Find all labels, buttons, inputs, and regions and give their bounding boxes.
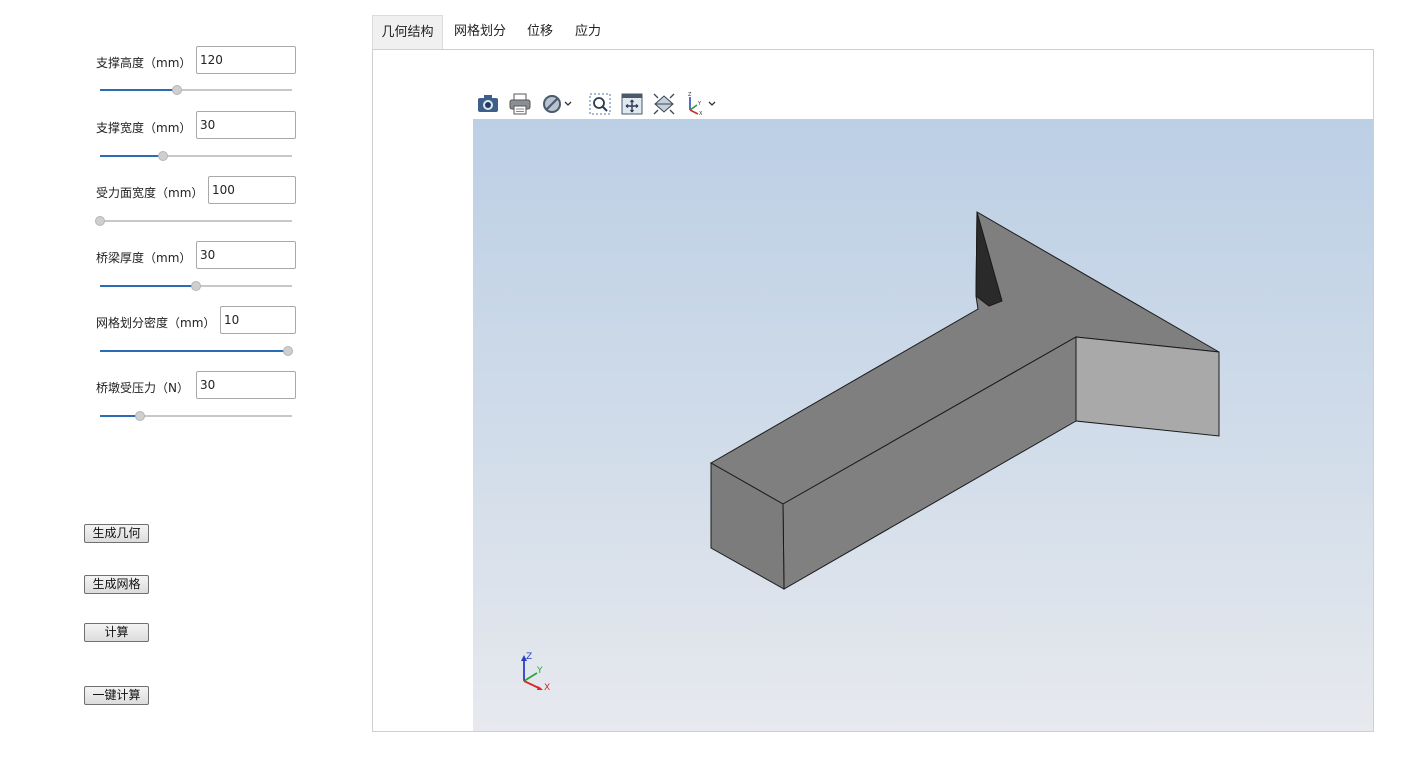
view-iso-icon[interactable] [652,92,676,116]
generate-mesh-button[interactable]: 生成网格 [84,575,149,594]
print-icon[interactable] [508,92,532,116]
tab-mesh[interactable]: 网格划分 [448,15,512,49]
mesh-density-input[interactable] [220,306,296,334]
axis-z-label: Z [526,652,532,662]
zoom-box-icon[interactable] [588,92,612,116]
svg-text:X: X [699,111,703,116]
beam-thickness-slider[interactable] [100,280,292,292]
fit-all-icon[interactable] [620,92,644,116]
support-height-input[interactable] [196,46,296,74]
tab-displacement[interactable]: 位移 [522,15,558,49]
support-height-slider[interactable] [100,84,292,96]
svg-text:Z: Z [688,92,692,98]
one-click-compute-button[interactable]: 一键计算 [84,686,149,705]
generate-geometry-button[interactable]: 生成几何 [84,524,149,543]
param-label: 受力面宽度（mm） [96,186,204,200]
param-label: 支撑高度（mm） [96,56,192,70]
param-label: 支撑宽度（mm） [96,121,192,135]
display-mode-icon[interactable] [540,92,564,116]
mesh-density-slider[interactable] [100,345,294,357]
camera-icon[interactable] [476,92,500,116]
chevron-down-icon[interactable] [706,92,718,116]
support-width-slider[interactable] [100,150,292,162]
chevron-down-icon[interactable] [562,92,574,116]
bridge-model [709,211,1220,590]
param-label: 网格划分密度（mm） [96,316,216,330]
tab-stress[interactable]: 应力 [570,15,606,49]
axis-y-label: Y [536,666,543,676]
support-width-input[interactable] [196,111,296,139]
axis-triad-icon: Z Y X [521,652,550,693]
param-label: 桥墩受压力（N） [96,381,189,395]
pier-pressure-input[interactable] [196,371,296,399]
pier-pressure-slider[interactable] [100,410,292,422]
axes-orientation-icon[interactable]: ZYX [684,92,708,117]
axis-x-label: X [544,683,550,693]
tab-geometry[interactable]: 几何结构 [372,15,443,49]
model-end-face [1075,336,1220,437]
svg-text:Y: Y [697,101,702,107]
3d-viewport[interactable]: Z Y X [473,119,1373,731]
compute-button[interactable]: 计算 [84,623,149,642]
load-face-width-input[interactable] [208,176,296,204]
load-face-width-slider[interactable] [95,215,292,227]
beam-thickness-input[interactable] [196,241,296,269]
param-label: 桥梁厚度（mm） [96,251,192,265]
